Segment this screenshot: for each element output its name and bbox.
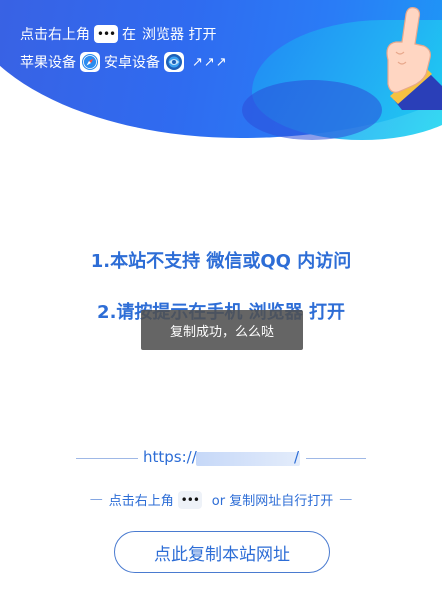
url-redacted-mask [196,452,300,466]
more-dots-icon: ••• [94,25,118,43]
pointing-hand-icon [386,7,442,110]
android-browser-icon [164,52,184,72]
banner-line1-prefix: 点击右上角 [20,27,90,43]
hint-prefix: 点击右上角 [108,494,174,509]
url-divider-left [76,458,138,459]
banner-line1-middle: 在 [122,27,136,43]
banner-line1-suffix: 浏览器 打开 [142,27,217,43]
copy-url-button[interactable]: 点此复制本站网址 [114,531,330,573]
url-divider-right [306,458,366,459]
site-url-row: https:// / [0,448,442,470]
heading-unsupported: 1.本站不支持 微信或QQ 内访问 [90,251,352,272]
banner-instruction-line2: 苹果设备 安卓设备 ↗↗↗ [20,52,228,72]
banner-android-label: 安卓设备 [104,55,160,71]
hint-dash-left: — [89,492,103,507]
safari-icon [80,52,100,72]
hint-dash-right: — [339,492,353,507]
url-prefix: https:// [143,448,197,466]
banner-apple-label: 苹果设备 [20,55,76,71]
open-hint: — 点击右上角 ••• or 复制网址自行打开 — [0,490,442,509]
banner-instruction-line1: 点击右上角 ••• 在 浏览器 打开 [20,24,216,44]
more-dots-icon: ••• [177,490,202,509]
copy-success-toast: 复制成功，么么哒 [141,310,303,350]
arrow-icons: ↗↗↗ [192,54,228,70]
hint-copy-text: or 复制网址自行打开 [211,494,334,509]
url-suffix: / [294,448,300,466]
